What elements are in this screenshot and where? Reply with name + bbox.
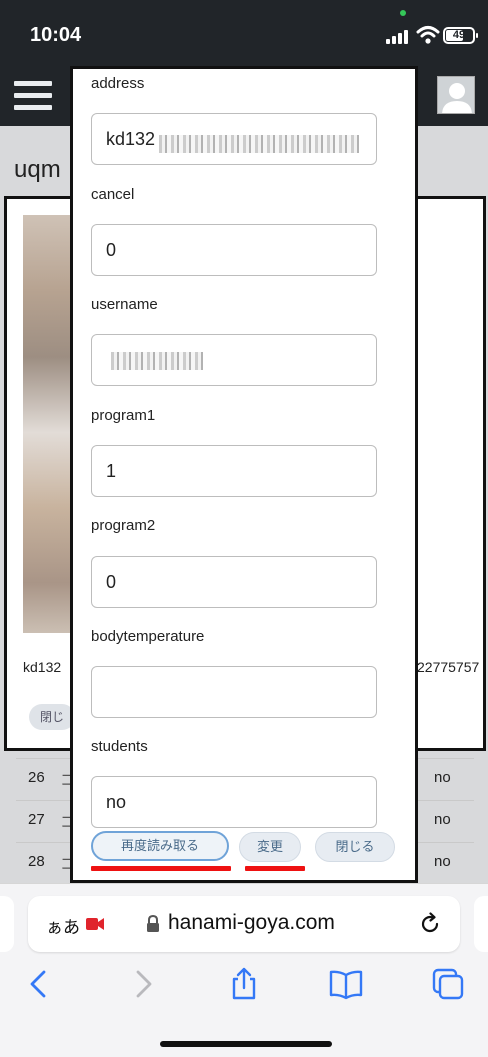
- card-phone: 22775757: [417, 659, 480, 675]
- status-time: 10:04: [30, 24, 82, 46]
- field-label-program2: program2: [91, 517, 156, 534]
- reread-button[interactable]: 再度読み取る: [91, 831, 229, 861]
- program2-field[interactable]: [91, 556, 377, 608]
- forward-icon[interactable]: [126, 966, 162, 1002]
- camera-recording-icon[interactable]: [86, 917, 104, 931]
- tabs-icon[interactable]: [430, 966, 466, 1002]
- card-close-button[interactable]: 閉じ: [29, 704, 75, 730]
- highlight-underline: [245, 866, 305, 871]
- bodytemperature-field[interactable]: [91, 666, 377, 718]
- battery-level: 49: [452, 29, 466, 41]
- cancel-field[interactable]: [91, 224, 377, 276]
- battery-icon: 49: [443, 27, 478, 44]
- field-label-students: students: [91, 738, 148, 755]
- field-label-username: username: [91, 296, 158, 313]
- edit-modal: address cancel username program1 program…: [70, 66, 418, 883]
- field-label-cancel: cancel: [91, 186, 135, 203]
- students-field[interactable]: [91, 776, 377, 828]
- reload-icon[interactable]: [418, 912, 442, 936]
- field-label-bodytemperature: bodytemperature: [91, 628, 205, 645]
- page-title: uqm: [14, 156, 61, 183]
- wifi-icon: [416, 26, 440, 44]
- bookmarks-icon[interactable]: [328, 966, 364, 1002]
- signal-icon: [386, 28, 412, 44]
- row-number: 27: [28, 811, 45, 828]
- reader-settings-button[interactable]: ぁあ: [46, 913, 80, 938]
- back-icon[interactable]: [20, 966, 56, 1002]
- next-tab-edge[interactable]: [474, 896, 488, 952]
- program1-field[interactable]: [91, 445, 377, 497]
- highlight-underline: [91, 866, 231, 871]
- previous-tab-edge[interactable]: [0, 896, 14, 952]
- field-label-program1: program1: [91, 407, 156, 424]
- camera-indicator-dot: [400, 10, 406, 16]
- redacted-text: [159, 135, 359, 153]
- row-number: 28: [28, 853, 45, 870]
- lock-icon: [147, 915, 159, 932]
- row-value: no: [434, 811, 451, 828]
- address-bar[interactable]: ぁあ hanami-goya.com: [28, 896, 460, 952]
- url-text[interactable]: hanami-goya.com: [168, 911, 335, 935]
- close-button[interactable]: 閉じる: [315, 832, 395, 862]
- menu-icon[interactable]: [14, 78, 52, 112]
- redacted-text: [111, 352, 203, 370]
- browser-toolbar: ぁあ hanami-goya.com: [0, 883, 488, 1057]
- status-bar: 10:04 49: [0, 0, 488, 66]
- row-value: no: [434, 853, 451, 870]
- user-icon: [442, 83, 472, 113]
- row-number: 26: [28, 769, 45, 786]
- share-icon[interactable]: [226, 966, 262, 1002]
- change-button[interactable]: 変更: [239, 832, 301, 862]
- avatar[interactable]: [437, 76, 475, 114]
- row-value: no: [434, 769, 451, 786]
- card-id: kd132: [23, 659, 62, 675]
- home-indicator: [160, 1041, 332, 1047]
- field-label-address: address: [91, 75, 145, 92]
